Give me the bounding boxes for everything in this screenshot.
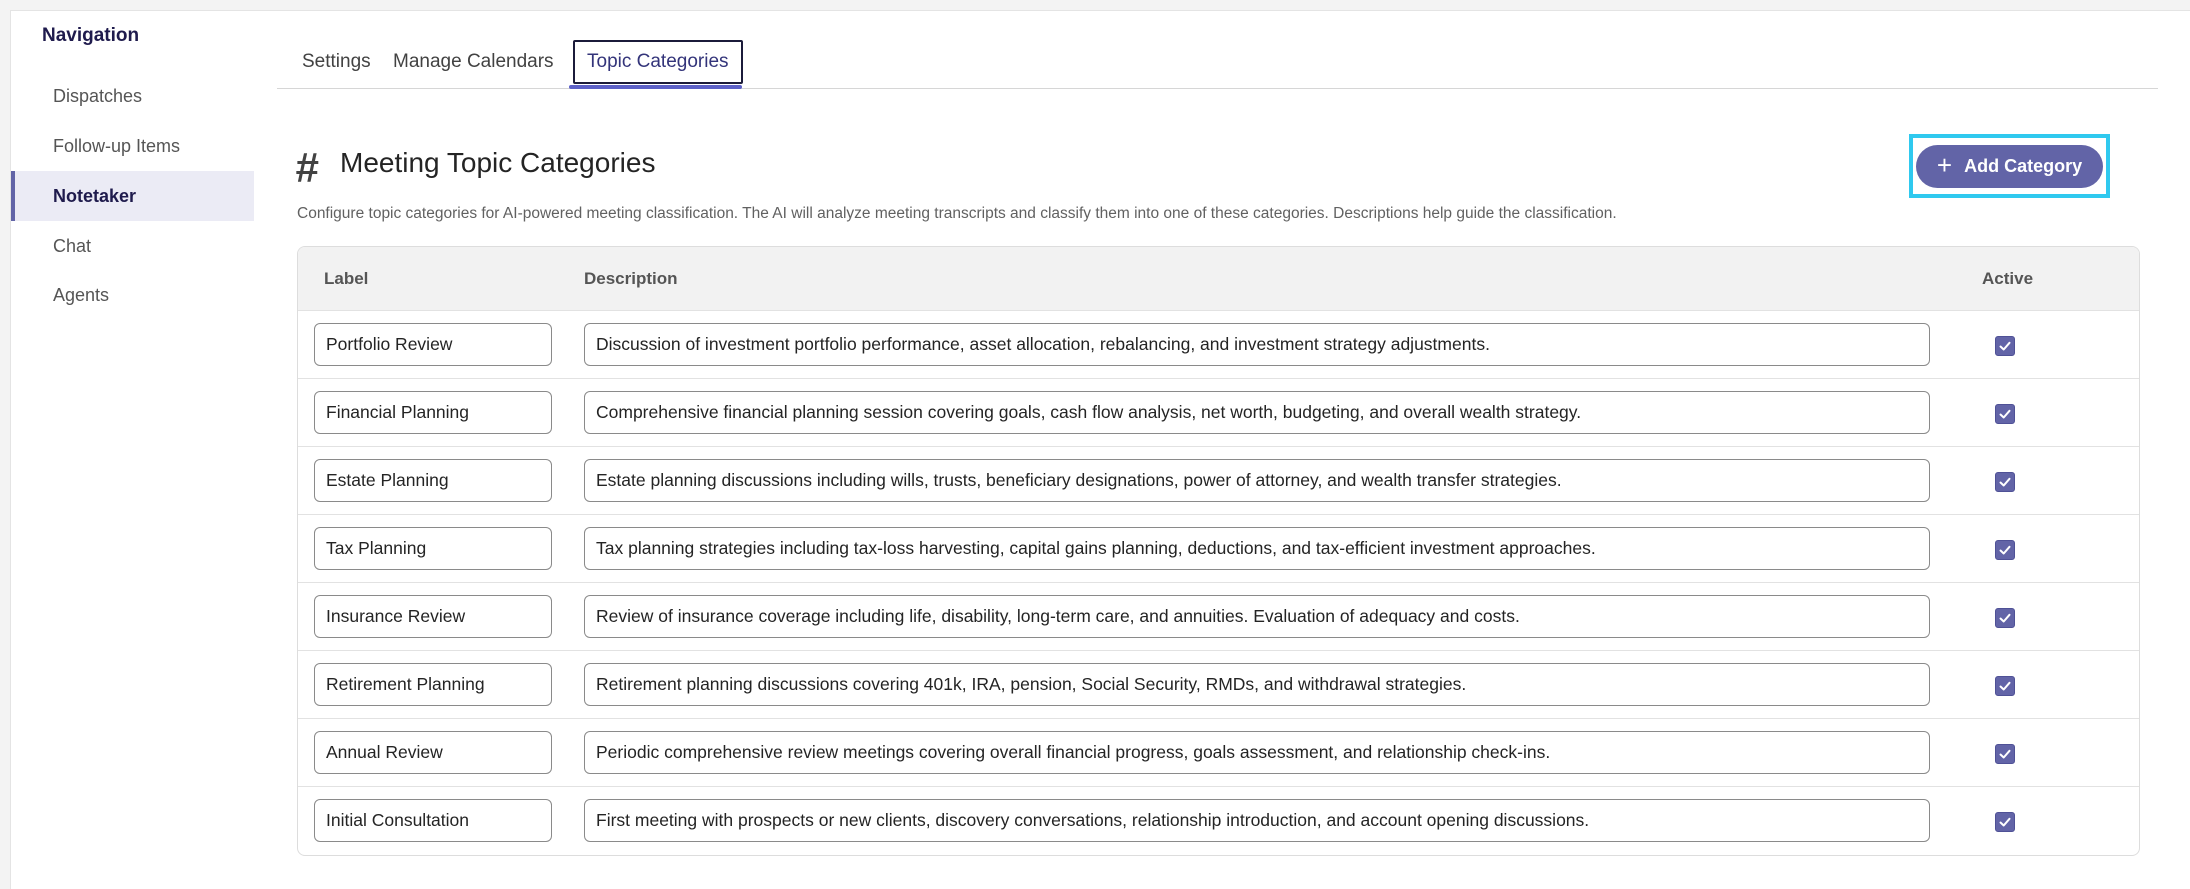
tab-topic-categories[interactable]: Topic Categories — [573, 40, 743, 84]
table-row: Initial Consultation First meeting with p… — [298, 787, 2139, 855]
add-category-button[interactable]: + Add Category — [1916, 144, 2103, 188]
tab-bar: Settings Manage Calendars Topic Categori… — [277, 11, 2158, 89]
category-label-input[interactable]: Financial Planning — [314, 391, 552, 434]
table-row: Insurance Review Review of insurance cove… — [298, 583, 2139, 651]
active-checkbox[interactable] — [1995, 608, 2015, 628]
table-row: Portfolio Review Discussion of investment… — [298, 311, 2139, 379]
active-checkbox[interactable] — [1995, 812, 2015, 832]
active-checkbox[interactable] — [1995, 744, 2015, 764]
column-header-description: Description — [584, 269, 678, 288]
checkmark-icon — [1999, 681, 2011, 691]
active-checkbox[interactable] — [1995, 472, 2015, 492]
category-label-input[interactable]: Retirement Planning — [314, 663, 552, 706]
active-tab-indicator — [569, 85, 742, 89]
category-description-input[interactable]: Comprehensive financial planning session… — [584, 391, 1930, 434]
sidebar-item-follow-up-items[interactable]: Follow-up Items — [11, 121, 254, 171]
category-label-input[interactable]: Insurance Review — [314, 595, 552, 638]
checkmark-icon — [1999, 409, 2011, 419]
category-description-input[interactable]: Estate planning discussions including wi… — [584, 459, 1930, 502]
active-checkbox[interactable] — [1995, 676, 2015, 696]
category-description-input[interactable]: Retirement planning discussions covering… — [584, 663, 1930, 706]
category-description-input[interactable]: Tax planning strategies including tax-lo… — [584, 527, 1930, 570]
table-row: Annual Review Periodic comprehensive revi… — [298, 719, 2139, 787]
table-body: Portfolio Review Discussion of investment… — [298, 311, 2139, 855]
active-checkbox[interactable] — [1995, 404, 2015, 424]
table-header: Label Description Active — [298, 247, 2139, 311]
table-row: Estate Planning Estate planning discussio… — [298, 447, 2139, 515]
checkmark-icon — [1999, 749, 2011, 759]
tab-settings[interactable]: Settings — [290, 40, 383, 84]
sidebar-item-notetaker[interactable]: Notetaker — [11, 171, 254, 221]
category-label-input[interactable]: Tax Planning — [314, 527, 552, 570]
category-label-input[interactable]: Portfolio Review — [314, 323, 552, 366]
category-label-input[interactable]: Annual Review — [314, 731, 552, 774]
tab-manage-calendars[interactable]: Manage Calendars — [381, 40, 566, 84]
column-header-label: Label — [324, 269, 369, 288]
column-header-active: Active — [1982, 269, 2034, 288]
table-row: Retirement Planning Retirement planning d… — [298, 651, 2139, 719]
app-frame: Navigation Dispatches Follow-up Items No… — [10, 10, 2190, 889]
category-label-input[interactable]: Initial Consultation — [314, 799, 552, 842]
add-category-focus-ring: + Add Category — [1909, 134, 2110, 198]
categories-table: Label Description Active Portfolio Revie… — [297, 246, 2140, 856]
checkmark-icon — [1999, 477, 2011, 487]
sidebar-title: Navigation — [42, 25, 140, 46]
checkmark-icon — [1999, 817, 2011, 827]
active-checkbox[interactable] — [1995, 540, 2015, 560]
hash-icon: # — [295, 144, 319, 191]
sidebar: Navigation Dispatches Follow-up Items No… — [11, 11, 255, 889]
page-title: Meeting Topic Categories — [340, 147, 656, 178]
category-description-input[interactable]: Periodic comprehensive review meetings c… — [584, 731, 1930, 774]
category-description-input[interactable]: First meeting with prospects or new clie… — [584, 799, 1930, 842]
active-checkbox[interactable] — [1995, 336, 2015, 356]
table-row: Financial Planning Comprehensive financia… — [298, 379, 2139, 447]
add-category-label: Add Category — [1964, 155, 2083, 176]
checkmark-icon — [1999, 545, 2011, 555]
sidebar-item-agents[interactable]: Agents — [11, 270, 254, 320]
checkmark-icon — [1999, 341, 2011, 351]
sidebar-item-chat[interactable]: Chat — [11, 221, 254, 271]
table-row: Tax Planning Tax planning strategies incl… — [298, 515, 2139, 583]
plus-icon: + — [1936, 150, 1953, 180]
page-description: Configure topic categories for AI-powere… — [297, 205, 1617, 222]
sidebar-item-dispatches[interactable]: Dispatches — [11, 71, 254, 121]
checkmark-icon — [1999, 613, 2011, 623]
category-label-input[interactable]: Estate Planning — [314, 459, 552, 502]
category-description-input[interactable]: Review of insurance coverage including l… — [584, 595, 1930, 638]
category-description-input[interactable]: Discussion of investment portfolio perfo… — [584, 323, 1930, 366]
